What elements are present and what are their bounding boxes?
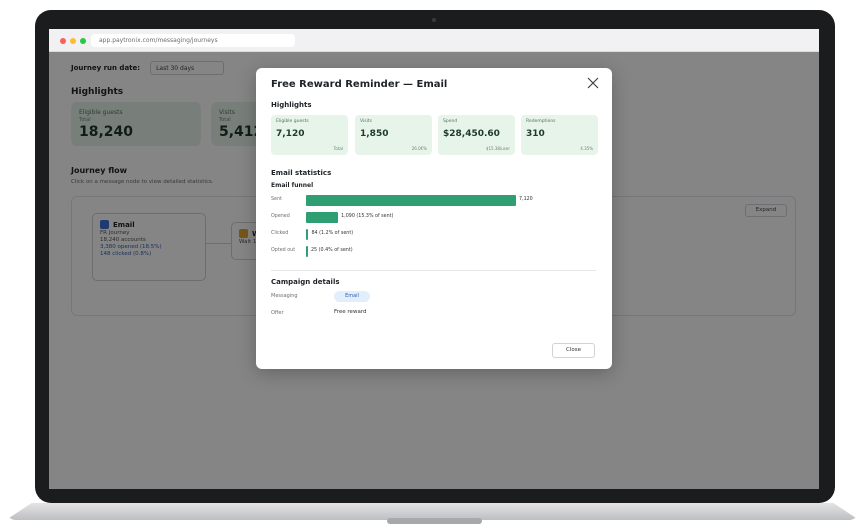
maximize-window-icon[interactable] [80, 38, 86, 44]
card-value: $28,450.60 [443, 129, 500, 139]
visits-card: Visits 1,850 26.0€% [355, 115, 432, 155]
funnel-value: 25 (0.4% of sent) [311, 248, 353, 253]
funnel-bar [306, 246, 308, 257]
campaign-details-title: Campaign details [271, 278, 340, 286]
card-note: 26.0€% [411, 146, 427, 151]
close-icon[interactable] [586, 76, 600, 90]
offer-value: Free reward [334, 309, 367, 315]
card-label: Eligible guests [276, 119, 309, 124]
messaging-channel-badge: Email [334, 291, 370, 302]
funnel-row: Sent 7,120 [271, 195, 601, 206]
card-note: Total [333, 146, 343, 151]
eligible-guests-card: Eligible guests 7,120 Total [271, 115, 348, 155]
email-statistics-title: Email statistics [271, 169, 332, 177]
card-value: 310 [526, 129, 545, 139]
card-note: $15.38/user [485, 146, 510, 151]
camera-icon [432, 18, 436, 22]
laptop-notch [387, 518, 482, 524]
funnel-bar [306, 229, 309, 240]
email-funnel-title: Email funnel [271, 182, 314, 189]
modal-title: Free Reward Reminder — Email [271, 79, 448, 90]
card-label: Spend [443, 119, 458, 124]
funnel-label: Clicked [271, 231, 289, 236]
close-window-icon[interactable] [60, 38, 66, 44]
section-divider [271, 270, 596, 271]
redemptions-card: Redemptions 310 4.35% [521, 115, 598, 155]
address-bar[interactable]: app.paytronix.com/messaging/journeys [91, 34, 295, 47]
funnel-row: Clicked 84 (1.2% of sent) [271, 229, 601, 240]
funnel-value: 1,090 (15.3% of sent) [341, 214, 394, 219]
modal-highlights-title: Highlights [271, 101, 312, 109]
card-value: 7,120 [276, 129, 305, 139]
funnel-label: Opted out [271, 248, 296, 253]
funnel-bar [306, 212, 339, 223]
card-label: Redemptions [526, 119, 556, 124]
browser-toolbar: app.paytronix.com/messaging/journeys [49, 29, 819, 52]
card-value: 1,850 [360, 129, 389, 139]
funnel-label: Opened [271, 214, 290, 219]
funnel-value: 84 (1.2% of sent) [311, 231, 354, 236]
screen: app.paytronix.com/messaging/journeys Jou… [49, 29, 819, 489]
funnel-row: Opted out 25 (0.4% of sent) [271, 246, 601, 257]
funnel-label: Sent [271, 197, 282, 202]
message-stats-modal: Free Reward Reminder — Email Highlights … [256, 68, 612, 369]
funnel-row: Opened 1,090 (15.3% of sent) [271, 212, 601, 223]
offer-label: Offer [271, 310, 284, 316]
funnel-value: 7,120 [519, 197, 533, 202]
close-button[interactable]: Close [552, 343, 595, 358]
minimize-window-icon[interactable] [70, 38, 76, 44]
card-note: 4.35% [580, 146, 593, 151]
funnel-bar [306, 195, 516, 206]
spend-card: Spend $28,450.60 $15.38/user [438, 115, 515, 155]
card-label: Visits [360, 119, 372, 124]
messaging-label: Messaging [271, 293, 298, 299]
